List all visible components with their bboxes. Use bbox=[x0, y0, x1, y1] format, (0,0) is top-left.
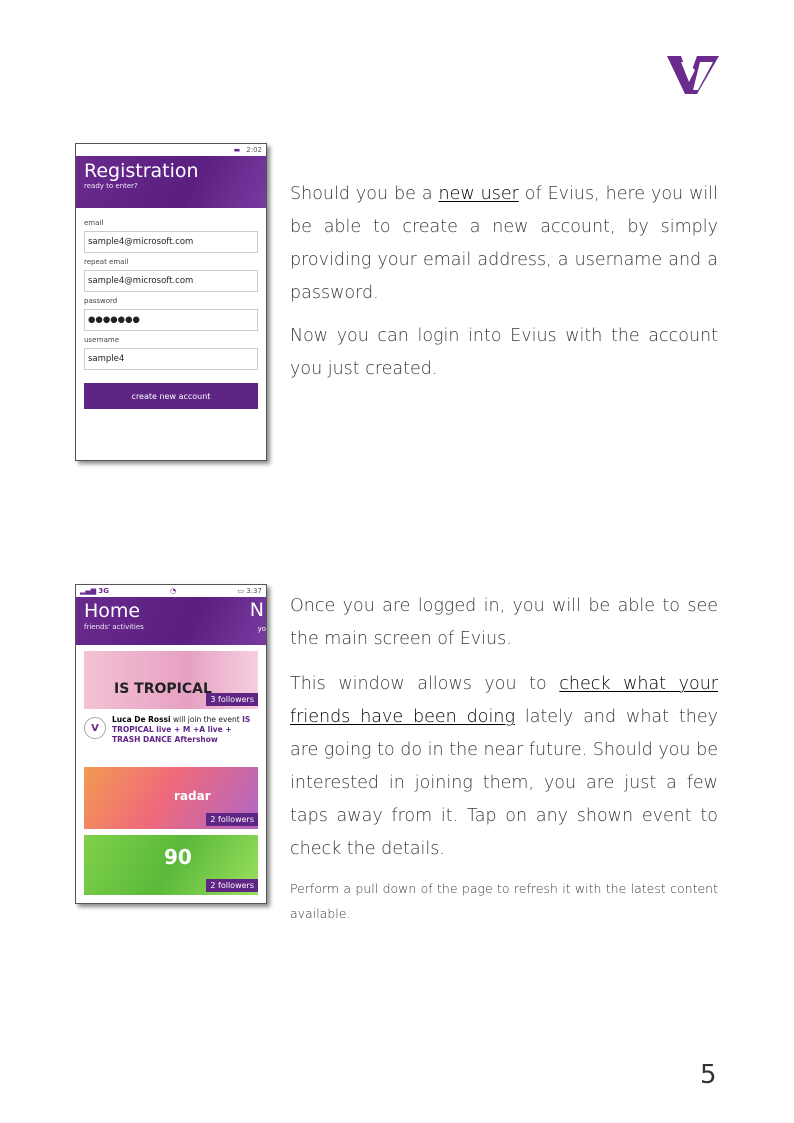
paragraph-refresh: Perform a pull down of the page to refre… bbox=[290, 881, 718, 921]
friend-name: Luca De Rossi bbox=[112, 715, 171, 724]
home-title: Home bbox=[84, 600, 141, 622]
friend-activity-item[interactable]: V Luca De Rossi will join the event IS T… bbox=[84, 715, 258, 761]
username-label: username bbox=[84, 336, 119, 344]
new-user-link[interactable]: new user bbox=[439, 184, 519, 204]
email-label: email bbox=[84, 219, 104, 227]
registration-screenshot: ▬ 2:02 Registration ready to enter? emai… bbox=[75, 143, 267, 461]
username-field[interactable]: sample4 bbox=[84, 348, 258, 370]
status-bar: ▬ 2:02 bbox=[76, 144, 266, 156]
email-field[interactable]: sample4@microsoft.com bbox=[84, 231, 258, 253]
password-field[interactable]: ●●●●●●● bbox=[84, 309, 258, 331]
paragraph-new-user: Should you be a new user of Evius, here … bbox=[290, 184, 718, 303]
paragraph-main-screen: Once you are logged in, you will be able… bbox=[290, 596, 718, 649]
event-card[interactable]: 90 2 followers bbox=[84, 835, 258, 895]
home-subtitle: friends' activities bbox=[84, 623, 144, 631]
registration-header: Registration ready to enter? bbox=[76, 156, 266, 208]
event-card[interactable]: IS TROPICAL 3 followers bbox=[84, 651, 258, 709]
next-pivot-title[interactable]: N bbox=[250, 599, 264, 621]
followers-badge: 2 followers bbox=[206, 879, 258, 892]
status-bar: ▂▄▆ 3G ◔ ▭ 3:37 bbox=[76, 585, 266, 597]
signal-icon: ▂▄▆ 3G bbox=[80, 587, 109, 595]
status-time: 3:37 bbox=[246, 587, 262, 595]
event-card-title: radar bbox=[174, 789, 211, 803]
paragraph-login: Now you can login into Evius with the ac… bbox=[290, 326, 718, 379]
repeat-email-label: repeat email bbox=[84, 258, 129, 266]
event-card[interactable]: radar 2 followers bbox=[84, 767, 258, 829]
activity-feed: IS TROPICAL 3 followers V Luca De Rossi … bbox=[76, 645, 266, 903]
activity-text: Luca De Rossi will join the event IS TRO… bbox=[112, 715, 258, 761]
paragraph-friends: This window allows you to check what you… bbox=[290, 674, 719, 859]
registration-title: Registration bbox=[84, 160, 199, 182]
battery-icon: ▭ bbox=[237, 587, 245, 595]
password-label: password bbox=[84, 297, 118, 305]
home-screenshot: ▂▄▆ 3G ◔ ▭ 3:37 Home friends' activities… bbox=[75, 584, 267, 904]
registration-form: email sample4@microsoft.com repeat email… bbox=[76, 208, 266, 409]
event-card-title: IS TROPICAL bbox=[114, 681, 212, 697]
activity-action: will join the event bbox=[170, 715, 243, 724]
page-number: 5 bbox=[700, 1060, 717, 1090]
registration-subtitle: ready to enter? bbox=[84, 182, 138, 190]
battery-icon: ▬ bbox=[233, 146, 241, 154]
repeat-email-field[interactable]: sample4@microsoft.com bbox=[84, 270, 258, 292]
avatar: V bbox=[84, 717, 106, 739]
evius-logo bbox=[667, 56, 719, 94]
evius-icon: V bbox=[91, 722, 99, 734]
network-type: 3G bbox=[98, 587, 109, 595]
create-account-button[interactable]: create new account bbox=[84, 383, 258, 409]
home-header: Home friends' activities N yo bbox=[76, 597, 266, 645]
followers-badge: 2 followers bbox=[206, 813, 258, 826]
event-card-title: 90 bbox=[164, 845, 192, 869]
next-pivot-subtitle: yo bbox=[257, 625, 266, 633]
wifi-icon: ◔ bbox=[170, 587, 177, 595]
followers-badge: 3 followers bbox=[206, 693, 258, 706]
status-time: 2:02 bbox=[246, 146, 262, 154]
